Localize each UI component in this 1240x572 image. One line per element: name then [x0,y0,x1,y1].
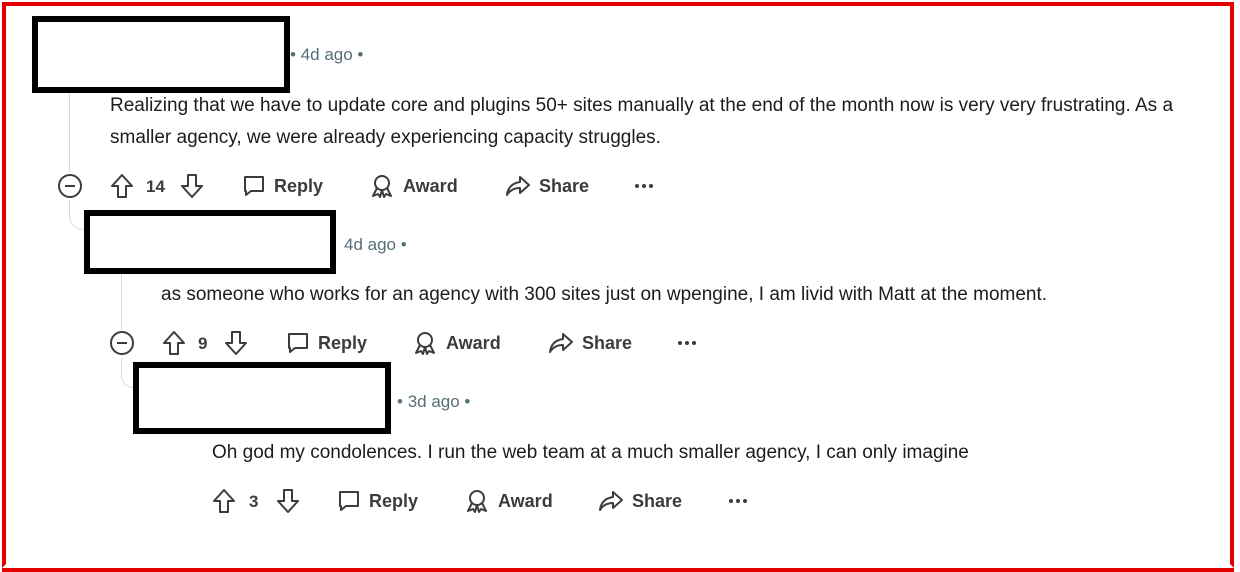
redacted-username [32,16,290,93]
more-dots-icon[interactable] [678,326,696,360]
comment-meta: • 3d ago • [397,392,471,411]
comment-body: as someone who works for an agency with … [161,284,1048,305]
comment-body: Oh god my condolences. I run the web tea… [212,442,969,463]
share-arrow-icon [506,176,530,196]
share-label: Share [539,175,590,196]
collapse-minus-icon[interactable] [110,331,134,355]
share-button[interactable]: Share [505,169,589,203]
upvote-icon [213,489,235,513]
reply-button[interactable]: Reply [286,326,367,360]
award-button[interactable]: Award [464,484,553,518]
vote-count: 3 [249,492,259,511]
reply-label: Reply [318,332,368,353]
reply-button[interactable]: Reply [242,169,323,203]
reply-bubble-icon [339,491,359,511]
reply-label: Reply [274,175,324,196]
reply-button[interactable]: Reply [337,484,418,518]
award-label: Award [446,332,501,353]
redacted-username [84,210,336,274]
redacted-username [133,362,391,434]
downvote-icon [225,331,247,355]
highlight-frame-bottom [2,568,1234,572]
downvote-button[interactable] [276,484,300,518]
downvote-button[interactable] [180,169,204,203]
award-button[interactable]: Award [412,326,501,360]
share-label: Share [582,332,633,353]
thread-line-1 [69,92,70,172]
award-icon [467,490,487,513]
share-arrow-icon [599,491,623,511]
more-dots-icon[interactable] [635,169,653,203]
upvote-button[interactable] [162,326,186,360]
share-button[interactable]: Share [598,484,682,518]
thread-line-2 [121,272,122,330]
downvote-icon [277,489,299,513]
comment-age: 4d ago [344,235,396,254]
upvote-icon [111,174,133,198]
reply-label: Reply [369,490,419,511]
downvote-icon [181,174,203,198]
comment-body: Realizing that we have to update core an… [110,95,1174,148]
share-arrow-icon [549,333,573,353]
reply-bubble-icon [288,333,308,353]
collapse-minus-icon[interactable] [58,174,82,198]
downvote-button[interactable] [224,326,248,360]
vote-count: 9 [198,334,208,353]
upvote-button[interactable] [212,484,236,518]
award-button[interactable]: Award [369,169,458,203]
award-icon [372,175,392,198]
comment-meta: 4d ago • [344,235,407,254]
reply-bubble-icon [244,176,264,196]
more-dots-icon[interactable] [729,484,747,518]
upvote-button[interactable] [110,169,134,203]
share-label: Share [632,490,683,511]
comment-meta: • 4d ago • [290,45,364,64]
comment-age: 3d ago [407,392,460,411]
thread-branch-2 [121,358,133,388]
comment-age: 4d ago [300,45,353,64]
share-button[interactable]: Share [548,326,632,360]
upvote-icon [163,331,185,355]
vote-count: 14 [146,177,165,196]
award-icon [415,332,435,355]
award-label: Award [498,490,553,511]
award-label: Award [403,175,458,196]
